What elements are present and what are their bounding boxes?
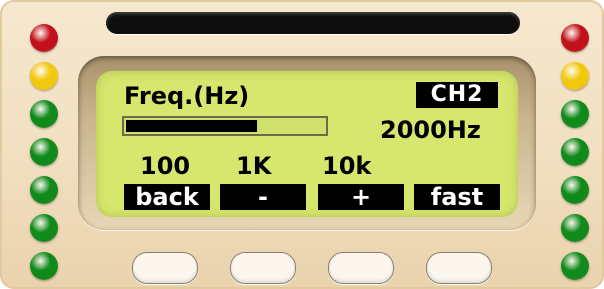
right-indicator-led-green	[561, 138, 589, 166]
right-indicator-led-green	[561, 252, 589, 280]
left-indicator-led-green	[30, 100, 58, 128]
right-indicator-led-red	[561, 24, 589, 52]
right-indicator-led-green	[561, 176, 589, 204]
right-indicator-led-green	[561, 100, 589, 128]
top-slot	[106, 12, 520, 34]
right-indicator-led-yellow	[561, 62, 589, 90]
left-indicator-led-green	[30, 214, 58, 242]
softkey-fast[interactable]: fast	[414, 184, 500, 210]
left-indicator-led-red	[30, 24, 58, 52]
hardware-button-3[interactable]	[328, 252, 394, 284]
hardware-button-1[interactable]	[132, 252, 198, 284]
scale-tick-label: 1K	[236, 152, 272, 180]
left-indicator-led-yellow	[30, 62, 58, 90]
left-indicator-led-green	[30, 138, 58, 166]
parameter-title: Freq.(Hz)	[124, 82, 250, 110]
scale-tick-label: 10k	[322, 152, 372, 180]
left-indicator-led-green	[30, 176, 58, 204]
frequency-progress-bar	[122, 116, 328, 136]
hardware-button-2[interactable]	[230, 252, 296, 284]
softkey-decrease[interactable]: -	[220, 184, 306, 210]
softkey-back[interactable]: back	[124, 184, 210, 210]
left-indicator-led-green	[30, 252, 58, 280]
channel-badge: CH2	[416, 82, 498, 108]
progress-fill	[126, 120, 257, 132]
scale-tick-label: 100	[140, 152, 191, 180]
hardware-button-4[interactable]	[426, 252, 492, 284]
softkey-increase[interactable]: +	[318, 184, 404, 210]
right-indicator-led-green	[561, 214, 589, 242]
frequency-readout: 2000Hz	[380, 116, 481, 144]
